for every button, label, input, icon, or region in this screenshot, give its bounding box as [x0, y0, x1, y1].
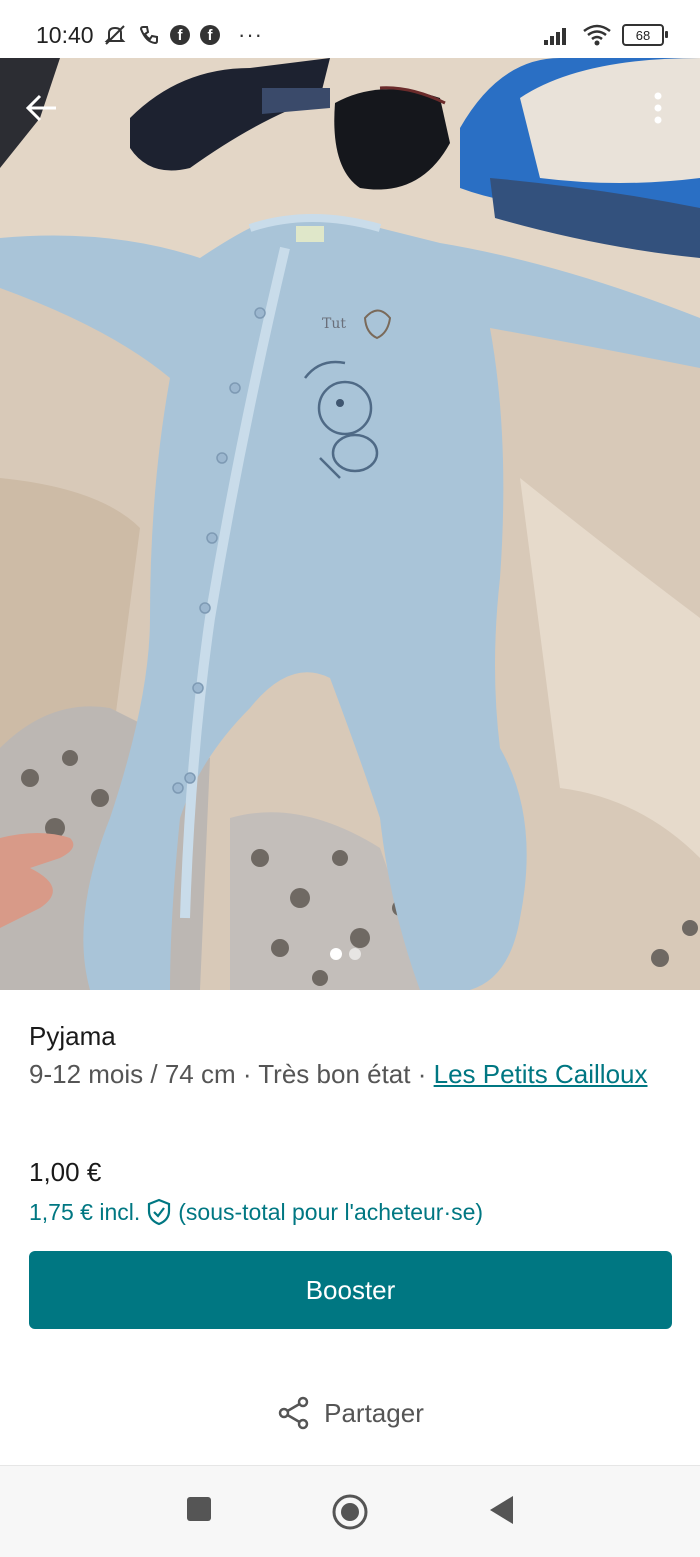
price-incl: 1,75 € incl. — [29, 1198, 141, 1225]
status-notification-icons: f f ··· — [102, 20, 263, 50]
facebook-icon: f — [170, 25, 190, 45]
share-label: Partager — [324, 1397, 424, 1428]
back-arrow-icon[interactable] — [22, 88, 62, 128]
buyer-price-info[interactable]: 1,75 € incl. (sous-total pour l'acheteur… — [29, 1198, 483, 1226]
more-notifications-icon: ··· — [238, 22, 263, 47]
product-photo-carousel[interactable]: Tut — [0, 58, 700, 990]
more-vertical-icon[interactable] — [638, 88, 678, 128]
back-triangle-icon[interactable] — [487, 1494, 517, 1526]
share-icon — [278, 1396, 309, 1430]
shield-check-icon — [148, 1198, 171, 1226]
item-details: 9-12 mois / 74 cm · Très bon état · Les … — [29, 1056, 669, 1092]
product-photo: Tut — [0, 58, 700, 990]
item-title: Pyjama — [29, 1021, 116, 1051]
wifi-icon — [583, 24, 611, 46]
pagination-dot-active[interactable] — [330, 948, 342, 960]
status-system-icons: 68 — [542, 20, 668, 50]
mute-icon — [104, 25, 126, 45]
item-price: 1,00 € — [29, 1157, 102, 1187]
brand-link[interactable]: Les Petits Cailloux — [434, 1059, 648, 1089]
recents-square-icon[interactable] — [185, 1494, 213, 1524]
item-size-condition: 9-12 mois / 74 cm · Très bon état · — [29, 1059, 434, 1089]
status-bar: 10:40 f f ··· 68 — [0, 0, 700, 58]
signal-icon — [544, 28, 566, 45]
system-navigation-bar — [0, 1465, 700, 1557]
facebook-icon: f — [200, 25, 220, 45]
status-time: 10:40 — [36, 22, 94, 48]
home-circle-icon[interactable] — [331, 1493, 369, 1531]
share-button[interactable]: Partager — [0, 1388, 700, 1438]
call-icon — [139, 26, 158, 45]
pagination-dot[interactable] — [349, 948, 361, 960]
battery-indicator: 68 — [622, 24, 668, 46]
booster-button[interactable]: Booster — [29, 1251, 672, 1329]
print-doodle: Tut — [322, 316, 346, 332]
price-note: (sous-total pour l'acheteur·se) — [178, 1198, 484, 1225]
carousel-pagination — [330, 948, 361, 960]
